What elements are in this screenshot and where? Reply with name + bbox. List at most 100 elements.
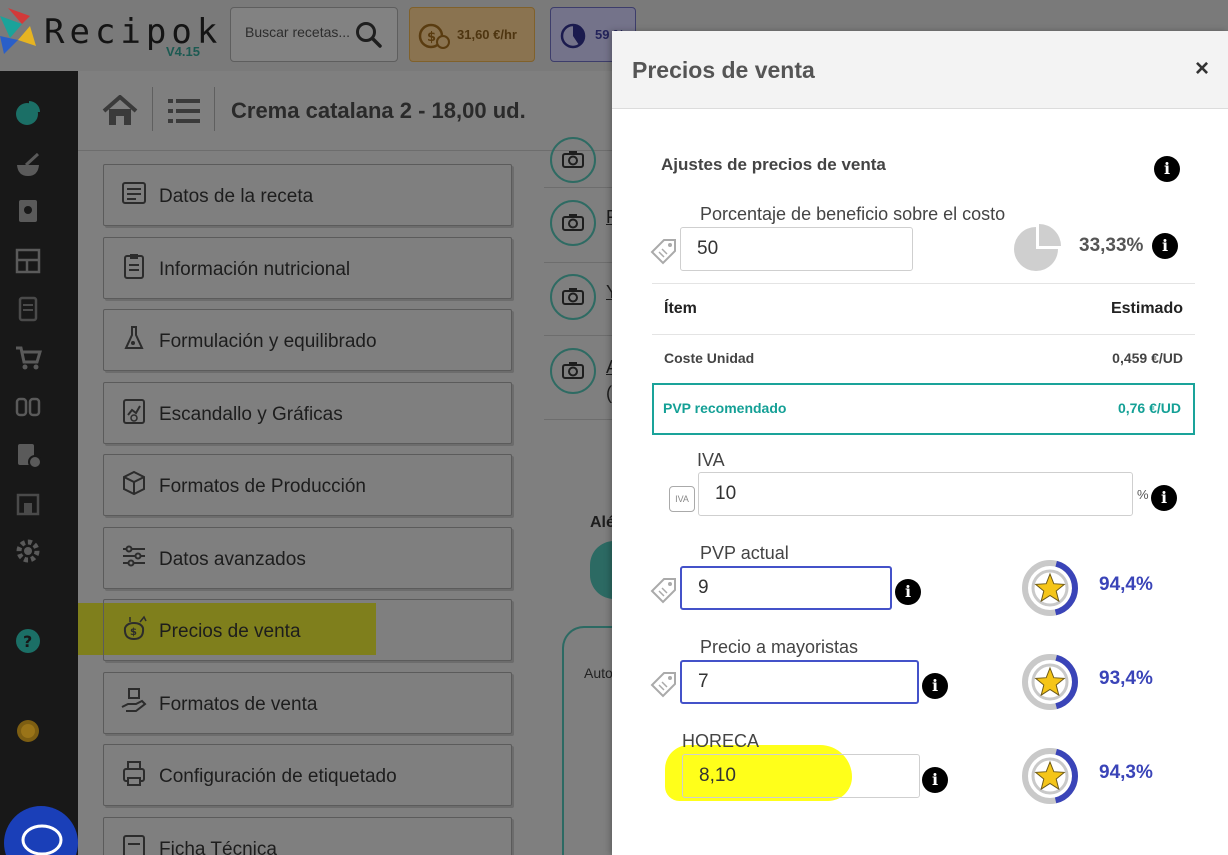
sale-prices-modal: Precios de venta × Ajustes de precios de… xyxy=(612,31,1228,855)
coin-clock-icon: $ xyxy=(418,22,452,55)
pie-chart-icon xyxy=(1014,223,1062,276)
camera-icon[interactable] xyxy=(550,137,596,183)
cart-icon[interactable] xyxy=(14,343,42,371)
camera-icon[interactable] xyxy=(550,348,596,394)
iva-unit: % xyxy=(1137,487,1149,502)
sliders-icon xyxy=(120,542,148,575)
document-list-icon[interactable] xyxy=(14,295,42,323)
settings-gear-icon[interactable] xyxy=(14,537,42,565)
search-input[interactable] xyxy=(245,24,360,40)
menu-item-formatos-de-produccion[interactable]: Formatos de Producción xyxy=(103,454,512,516)
pvp-actual-percent: 94,4% xyxy=(1099,574,1153,595)
pvp-actual-input[interactable] xyxy=(680,566,892,610)
price-tag-icon xyxy=(650,577,678,610)
recommended-estimate: 0,76 €/UD xyxy=(1117,400,1181,416)
checklist-icon[interactable] xyxy=(14,441,42,469)
recommended-price-row: PVP recomendado 0,76 €/UD xyxy=(652,383,1195,435)
menu-item-label: Datos avanzados xyxy=(159,549,306,570)
menu-item-label: Precios de venta xyxy=(159,621,301,642)
menu-item-label: Configuración de etiquetado xyxy=(159,766,397,787)
row-item: Coste Unidad xyxy=(664,350,755,366)
camera-icon[interactable] xyxy=(550,274,596,320)
layout-icon[interactable] xyxy=(14,247,42,275)
svg-text:?: ? xyxy=(23,632,32,651)
modal-header: Precios de venta × xyxy=(612,31,1228,109)
info-icon[interactable]: i xyxy=(1152,233,1178,259)
section-title: Ajustes de precios de venta xyxy=(661,155,886,174)
menu-item-informacion-nutricional[interactable]: Información nutricional xyxy=(103,237,512,299)
modal-title: Precios de venta xyxy=(632,57,815,83)
chart-document-icon xyxy=(120,397,148,430)
search-icon[interactable] xyxy=(355,21,383,54)
tech-sheet-icon xyxy=(120,832,148,855)
left-sidebar: ? xyxy=(0,71,78,855)
header-separator xyxy=(214,87,215,131)
binoculars-icon[interactable] xyxy=(14,391,42,419)
recipe-book-icon[interactable] xyxy=(14,197,42,225)
menu-item-ficha-tecnica[interactable]: Ficha Técnica xyxy=(103,817,512,855)
recipe-title: Crema catalana 2 - 18,00 ud. xyxy=(231,98,526,123)
menu-item-configuracion-de-etiquetado[interactable]: Configuración de etiquetado xyxy=(103,744,512,806)
menu-item-datos-de-la-receta[interactable]: Datos de la receta xyxy=(103,164,512,226)
store-icon[interactable] xyxy=(14,489,42,517)
recipe-card-icon xyxy=(120,179,148,212)
search-box xyxy=(230,7,398,62)
table-row: Coste Unidad 0,459 €/UD xyxy=(652,335,1195,383)
help-icon[interactable]: ? xyxy=(14,627,42,655)
menu-item-label: Escandallo y Gráficas xyxy=(159,404,343,425)
info-icon[interactable]: i xyxy=(895,579,921,605)
svg-text:$: $ xyxy=(427,30,436,45)
info-icon[interactable]: i xyxy=(1154,156,1180,182)
info-icon[interactable]: i xyxy=(922,767,948,793)
wholesale-percent: 93,4% xyxy=(1099,668,1153,689)
boxes-icon xyxy=(120,469,148,502)
mortar-icon[interactable] xyxy=(14,151,42,179)
modal-body: Ajustes de precios de venta i Porcentaje… xyxy=(612,110,1228,855)
menu-item-label: Formulación y equilibrado xyxy=(159,331,377,352)
iva-label: IVA xyxy=(697,450,725,470)
profit-label: Porcentaje de beneficio sobre el costo xyxy=(700,204,1006,224)
camera-icon[interactable] xyxy=(550,200,596,246)
info-icon[interactable]: i xyxy=(922,673,948,699)
menu-item-formatos-de-venta[interactable]: Formatos de venta xyxy=(103,672,512,734)
main-content: Crema catalana 2 - 18,00 ud. Datos de la… xyxy=(78,71,630,855)
menu-item-label: Datos de la receta xyxy=(159,186,314,207)
close-button[interactable]: × xyxy=(1195,57,1209,81)
recipok-logo-icon[interactable] xyxy=(0,6,40,56)
info-icon[interactable]: i xyxy=(1151,485,1177,511)
column-estimate-header: Estimado xyxy=(1110,300,1183,317)
iva-icon: IVA xyxy=(669,486,695,512)
menu-item-escandallo-y-graficas[interactable]: Escandallo y Gráficas xyxy=(103,382,512,444)
horeca-percent: 94,3% xyxy=(1099,762,1153,783)
estimate-table-header: Ítem Estimado xyxy=(652,283,1195,335)
pie-chart-icon xyxy=(559,22,587,55)
horeca-label: HORECA xyxy=(682,731,760,751)
menu-item-formulacion-y-equilibrado[interactable]: Formulación y equilibrado xyxy=(103,309,512,371)
wholesale-price-input[interactable] xyxy=(680,660,919,704)
dashboard-pie-icon[interactable] xyxy=(14,99,42,127)
column-item-header: Ítem xyxy=(664,300,697,317)
flask-icon xyxy=(120,324,148,357)
row-divider xyxy=(544,187,612,188)
app-version: V4.15 xyxy=(166,44,200,59)
rating-gauge xyxy=(1022,748,1078,804)
svg-text:$: $ xyxy=(130,627,137,638)
profit-percentage-input[interactable] xyxy=(680,227,913,271)
rating-gauge xyxy=(1022,654,1078,710)
menu-item-label: Ficha Técnica xyxy=(159,839,277,855)
profit-percent-value: 33,33% xyxy=(1079,235,1144,256)
row-divider xyxy=(544,419,612,420)
hand-boxes-icon xyxy=(120,687,148,720)
auto-label: Auto xyxy=(584,665,613,681)
rating-gauge xyxy=(1022,560,1078,616)
horeca-price-input[interactable] xyxy=(682,754,920,798)
menu-item-precios-de-venta[interactable]: $ Precios de venta xyxy=(103,599,512,661)
menu-item-label: Formatos de venta xyxy=(159,694,318,715)
coin-icon[interactable] xyxy=(14,717,42,745)
home-icon[interactable] xyxy=(102,94,138,132)
price-tag-icon xyxy=(650,671,678,704)
hourly-rate-badge[interactable]: $ 31,60 €/hr xyxy=(409,7,535,62)
menu-item-datos-avanzados[interactable]: Datos avanzados xyxy=(103,527,512,589)
iva-input[interactable] xyxy=(698,472,1133,516)
list-menu-icon[interactable] xyxy=(168,97,200,130)
